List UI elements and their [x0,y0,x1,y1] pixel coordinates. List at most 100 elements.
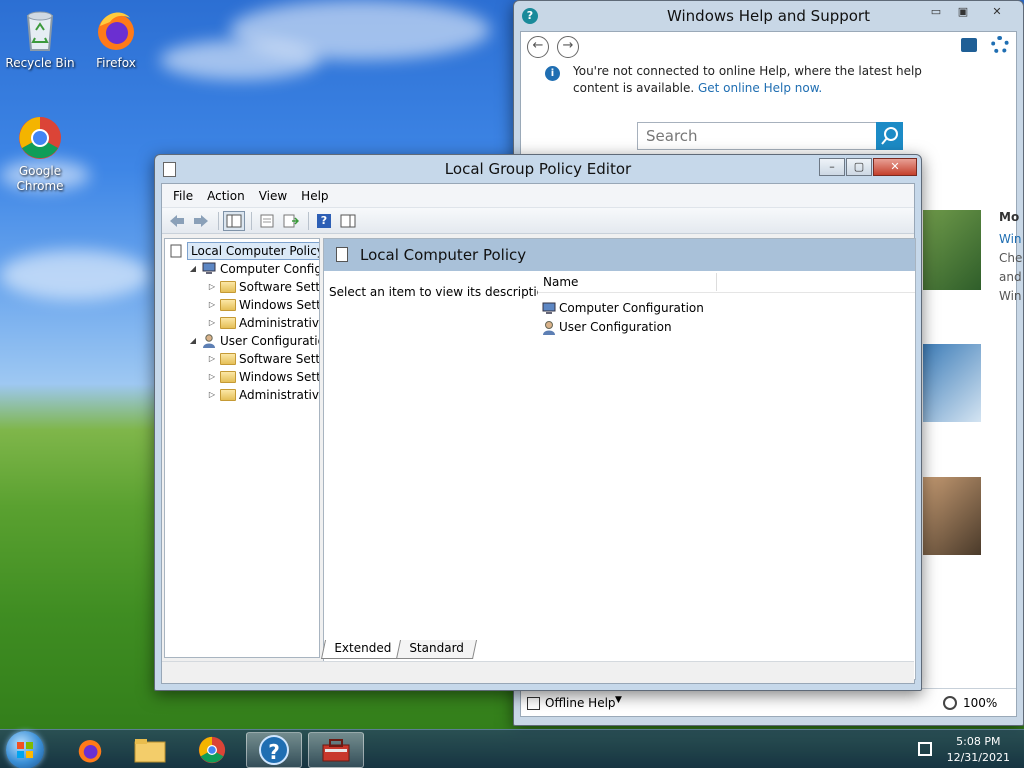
maximize-button[interactable]: ▢ [846,158,872,176]
menu-file[interactable]: File [166,189,200,203]
tree-node-label: Local Computer Policy [187,242,319,260]
window-title: Windows Help and Support [667,7,870,25]
windows-logo-icon [17,742,33,758]
tree-node[interactable]: ▷ Software Settings [165,350,319,368]
computer-icon [201,262,217,276]
search-input[interactable]: Search [637,122,903,150]
tree-node[interactable]: ▷ Administrative Te [165,386,319,404]
menu-action[interactable]: Action [200,189,252,203]
expand-arrow-icon[interactable]: ▷ [207,296,217,314]
desktop-icon-chrome[interactable]: Google Chrome [0,114,80,194]
show-action-pane-icon[interactable] [337,211,359,231]
tree-node[interactable]: ▷ Windows Setting [165,296,319,314]
tree-node[interactable]: ▷ Administrative Te [165,314,319,332]
gear-icon[interactable] [991,36,1009,54]
status-bar [162,661,914,683]
computer-icon [541,301,557,316]
clock-time: 5:08 PM [956,735,1001,748]
expand-arrow-icon[interactable]: ▷ [207,314,217,332]
results-pane: Local Computer Policy Select an item to … [323,238,916,680]
taskbar-explorer[interactable] [122,732,178,768]
close-button[interactable]: ✕ [977,4,1017,22]
column-divider[interactable] [716,273,717,291]
start-button[interactable] [6,731,44,768]
group-policy-window[interactable]: Local Group Policy Editor – ▢ ✕ File Act… [154,154,922,691]
help-thumbnail[interactable] [923,477,981,555]
show-hide-tree-icon[interactable] [223,210,245,231]
toolbar-separator [218,211,219,230]
help-thumbnail[interactable] [923,344,981,422]
taskbar-help-and-support[interactable]: ? [246,732,302,768]
forward-button[interactable]: → [557,36,579,58]
pane-header: Local Computer Policy [324,239,915,271]
tree-node[interactable]: ◢ Computer Configura [165,260,319,278]
tab-extended[interactable]: Extended [320,640,405,659]
toolbar: ? [162,208,914,234]
menu-bar: File Action View Help [162,184,914,208]
firefox-icon [92,6,140,54]
back-arrow-icon[interactable] [166,211,188,231]
collapse-arrow-icon[interactable]: ◢ [188,260,198,278]
expand-arrow-icon[interactable]: ▷ [207,368,217,386]
desktop-icon-firefox[interactable]: Firefox [76,6,156,71]
help-icon: ? [259,735,289,765]
tree-node[interactable]: ▷ Windows Setting [165,368,319,386]
firefox-icon [78,740,102,763]
chevron-down-icon[interactable]: ▼ [615,695,622,705]
tree-node-label: Windows Setting [239,298,319,312]
offline-help-button[interactable]: Offline Help [545,696,616,710]
forward-arrow-icon[interactable] [190,211,212,231]
menu-help[interactable]: Help [294,189,335,203]
side-text-fragment[interactable]: Win [999,232,1022,246]
tree-node-label: Administrative Te [239,316,320,330]
expand-arrow-icon[interactable]: ▷ [207,278,217,296]
tree-node[interactable]: ◢ User Configuration [165,332,319,350]
properties-icon[interactable] [256,211,278,231]
back-button[interactable]: ← [527,36,549,58]
taskbar-chrome[interactable] [184,732,240,768]
tree-node[interactable]: ▷ Software Settings [165,278,319,296]
menu-view[interactable]: View [252,189,294,203]
list-item[interactable]: User Configuration [538,318,915,337]
tree-node-label: Software Settings [239,280,320,294]
export-list-icon[interactable] [280,211,302,231]
item-list: Name Computer Configuration User Configu… [538,271,915,679]
search-button[interactable] [876,122,903,150]
taskbar-group-policy-editor[interactable] [308,732,364,768]
maximize-button[interactable]: ▣ [950,4,976,22]
help-icon[interactable]: ? [313,211,335,231]
get-online-help-link[interactable]: Get online Help now. [698,81,822,95]
collapse-arrow-icon[interactable]: ◢ [188,332,198,350]
gp-titlebar[interactable]: Local Group Policy Editor – ▢ ✕ [155,155,921,183]
print-icon[interactable] [961,38,977,52]
gp-client-area: File Action View Help ? Local Computer P… [161,183,916,684]
offline-notice: i You're not connected to online Help, w… [545,63,965,97]
desktop-icon-recycle-bin[interactable]: Recycle Bin [0,6,80,71]
window-title: Local Group Policy Editor [444,160,632,178]
tree-node[interactable]: Local Computer Policy [165,242,319,260]
taskbar-firefox[interactable] [62,732,118,768]
toolbar-separator [251,211,252,230]
list-item[interactable]: Computer Configuration [538,299,915,318]
side-text-fragment: Win [999,289,1022,303]
help-statusbar: Offline Help ▼ 100% [521,688,1016,716]
zoom-icon [943,696,957,710]
help-app-icon: ? [522,8,538,24]
expand-arrow-icon[interactable]: ▷ [207,386,217,404]
description-text: Select an item to view its description. [329,285,556,299]
user-icon [541,320,557,335]
tab-standard[interactable]: Standard [395,640,477,659]
column-header-name[interactable]: Name [538,271,915,293]
clock[interactable]: 5:08 PM 12/31/2021 [947,734,1010,766]
expand-arrow-icon[interactable]: ▷ [207,350,217,368]
minimize-button[interactable]: ▭ [923,4,949,22]
help-titlebar[interactable]: ? Windows Help and Support ▭ ▣ ✕ [514,1,1023,31]
close-button[interactable]: ✕ [873,158,917,176]
console-tree[interactable]: Local Computer Policy◢Computer Configura… [164,238,320,658]
info-icon: i [545,66,560,81]
zoom-level[interactable]: 100% [963,696,997,710]
clock-date: 12/31/2021 [946,751,1010,764]
minimize-button[interactable]: – [819,158,845,176]
help-thumbnail[interactable] [923,210,981,290]
network-icon[interactable] [918,742,932,756]
